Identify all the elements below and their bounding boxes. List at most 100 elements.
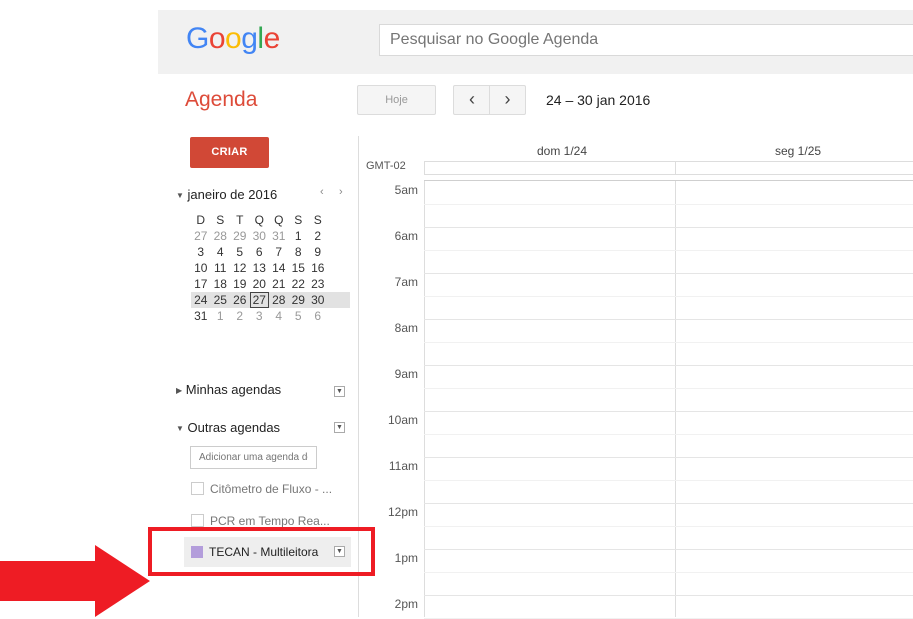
calendar-day[interactable]: 4 [269,308,289,324]
hour-label: 6am [394,229,418,243]
calendar-week-row: 31 1 2 3 4 5 6 [191,308,350,324]
prev-week-button[interactable]: ‹ [453,85,490,115]
half-hour-line [424,204,913,205]
calendar-week-row: 10 11 12 13 14 15 16 [191,260,350,276]
calendar-day[interactable]: 14 [269,260,289,276]
calendar-day[interactable]: 13 [250,260,270,276]
calendar-day[interactable]: 11 [211,260,231,276]
calendar-day[interactable]: 2 [308,228,328,244]
hour-label: 8am [394,321,418,335]
calendar-day[interactable]: 18 [211,276,231,292]
half-hour-line [424,526,913,527]
calendar-day[interactable]: 30 [250,228,270,244]
calendar-checkbox[interactable] [191,514,204,527]
calendar-label: PCR em Tempo Rea... [210,514,330,528]
chevron-left-icon: ‹ [469,89,475,109]
hour-label: 12pm [387,505,418,519]
calendar-day[interactable]: 29 [289,292,309,308]
calendar-checkbox[interactable] [191,482,204,495]
calendar-day[interactable]: 16 [308,260,328,276]
calendar-list-item[interactable]: Citômetro de Fluxo - ... [191,482,332,496]
chevron-left-icon: ‹ [320,186,324,198]
calendar-day[interactable]: 15 [289,260,309,276]
other-calendars-toggle[interactable]: ▼ Outras agendas [176,420,280,435]
calendar-day[interactable]: 5 [289,308,309,324]
calendar-day[interactable]: 5 [230,244,250,260]
today-button[interactable]: Hoje [357,85,436,115]
half-hour-line [424,434,913,435]
weekday-header: Q [274,213,284,227]
app-title: Agenda [185,88,258,111]
hour-label: 9am [394,367,418,381]
my-calendars-menu-button[interactable]: ▼ [334,386,345,397]
calendar-day[interactable]: 31 [269,228,289,244]
hour-line [424,457,913,458]
calendar-week-row: 3 4 5 6 7 8 9 [191,244,350,260]
my-calendars-toggle[interactable]: ▶ Minhas agendas [176,382,281,397]
calendar-day[interactable]: 30 [308,292,328,308]
calendar-day[interactable]: 9 [308,244,328,260]
chevron-right-icon: › [339,186,343,198]
logo-letter: e [263,22,281,55]
search-input[interactable] [379,24,913,56]
calendar-day[interactable]: 24 [191,292,211,308]
calendar-day[interactable]: 10 [191,260,211,276]
calendar-day[interactable]: 27 [191,228,211,244]
calendar-day[interactable]: 26 [230,292,250,308]
logo-letter: g [241,22,258,55]
calendar-day[interactable]: 17 [191,276,211,292]
half-hour-line [424,250,913,251]
calendar-day[interactable]: 12 [230,260,250,276]
mini-calendar-month[interactable]: ▼ janeiro de 2016 [176,187,277,202]
caret-down-icon: ▼ [176,424,184,433]
calendar-day[interactable]: 3 [250,308,270,324]
all-day-row[interactable] [424,161,913,175]
weekday-header: S [216,213,225,227]
weekday-header: Q [254,213,264,227]
calendar-list-item[interactable]: PCR em Tempo Rea... [191,514,330,528]
caret-down-icon: ▼ [336,424,343,431]
hour-line [424,503,913,504]
calendar-day[interactable]: 19 [230,276,250,292]
half-hour-line [424,572,913,573]
calendar-day[interactable]: 3 [191,244,211,260]
calendar-day-today[interactable]: 27 [249,292,269,308]
create-button[interactable]: CRIAR [190,137,269,168]
calendar-day[interactable]: 23 [308,276,328,292]
hour-line [424,365,913,366]
caret-down-icon: ▼ [336,388,343,395]
hour-label: 11am [388,459,418,473]
calendar-week-row: 27 28 29 30 31 1 2 [191,228,350,244]
calendar-day[interactable]: 6 [308,308,328,324]
mini-calendar-next-button[interactable]: › [339,186,343,198]
mini-calendar-month-label: janeiro de 2016 [187,187,278,202]
google-logo[interactable]: Google [186,22,280,56]
mini-calendar-prev-button[interactable]: ‹ [320,186,324,198]
calendar-day[interactable]: 28 [211,228,231,244]
timezone-label: GMT-02 [366,160,406,172]
weekday-header: D [196,213,206,227]
calendar-day[interactable]: 6 [250,244,270,260]
half-hour-line [424,296,913,297]
calendar-day[interactable]: 4 [211,244,231,260]
other-calendars-menu-button[interactable]: ▼ [334,422,345,433]
hour-line [424,319,913,320]
calendar-day[interactable]: 7 [269,244,289,260]
add-calendar-input[interactable] [190,446,317,469]
hour-label: 7am [394,275,418,289]
calendar-day[interactable]: 8 [289,244,309,260]
calendar-day[interactable]: 20 [250,276,270,292]
next-week-button[interactable]: › [489,85,526,115]
calendar-day[interactable]: 28 [269,292,289,308]
calendar-day[interactable]: 21 [269,276,289,292]
calendar-day[interactable]: 25 [211,292,231,308]
day-header[interactable]: seg 1/25 [775,144,821,158]
calendar-day[interactable]: 22 [289,276,309,292]
calendar-day[interactable]: 2 [230,308,250,324]
calendar-day[interactable]: 1 [211,308,231,324]
calendar-day[interactable]: 29 [230,228,250,244]
day-header[interactable]: dom 1/24 [537,144,587,158]
calendar-day[interactable]: 1 [289,228,309,244]
calendar-day[interactable]: 31 [191,308,211,324]
top-bar: Google [158,10,913,74]
